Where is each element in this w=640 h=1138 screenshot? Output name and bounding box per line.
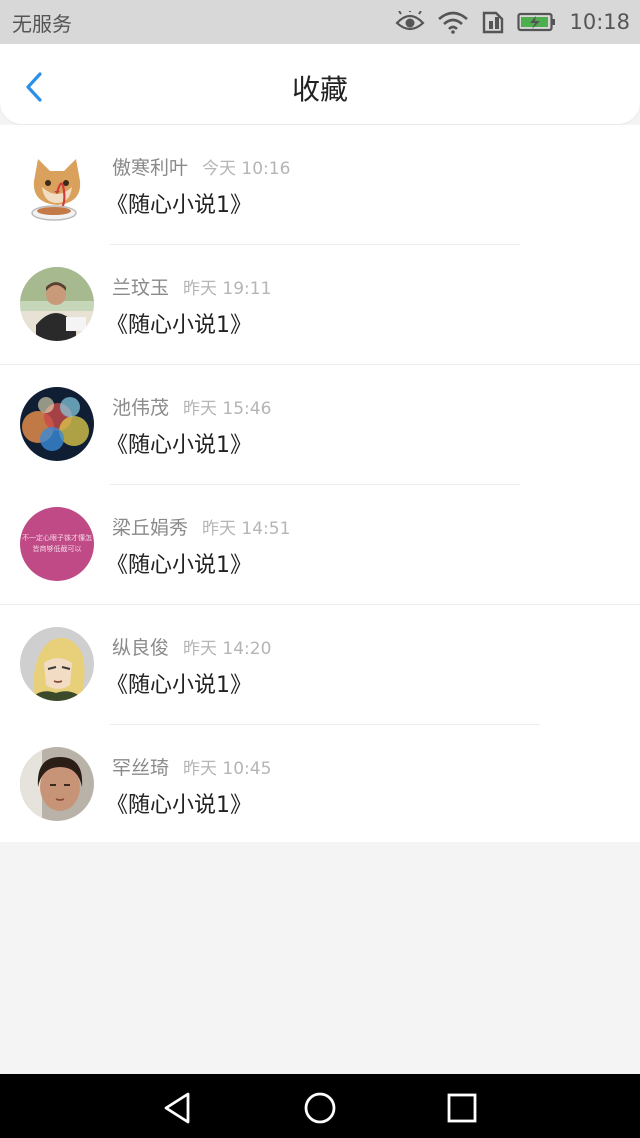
cat-avatar bbox=[20, 151, 94, 225]
favorite-item[interactable]: 不一定心眼子铢才懂怎 皆商够低截可以 梁丘娟秀 昨天 14:51 《随心小说1》 bbox=[0, 485, 640, 604]
favorite-item[interactable]: 纵良俊 昨天 14:20 《随心小说1》 bbox=[0, 605, 640, 724]
header-bar: 收藏 bbox=[0, 44, 640, 124]
book-title: 《随心小说1》 bbox=[106, 193, 252, 218]
user-name: 纵良俊 昨天 14:20 bbox=[112, 637, 272, 659]
book-title: 《随心小说1》 bbox=[106, 673, 252, 698]
user-name: 兰玟玉 昨天 19:11 bbox=[112, 277, 272, 299]
book-title: 《随心小说1》 bbox=[106, 433, 252, 458]
clock: 10:18 bbox=[569, 10, 630, 34]
timestamp: 今天 10:16 bbox=[202, 159, 291, 179]
timestamp: 昨天 15:46 bbox=[183, 399, 272, 419]
favorite-item[interactable]: 傲寒利叶 今天 10:16 《随心小说1》 bbox=[0, 125, 640, 244]
eye-icon bbox=[395, 11, 426, 31]
text-avatar: 不一定心眼子铢才懂怎 皆商够低截可以 bbox=[20, 507, 94, 581]
book-title: 《随心小说1》 bbox=[106, 553, 252, 578]
wifi-icon bbox=[438, 11, 469, 34]
status-icons: 10:18 bbox=[395, 0, 630, 44]
home-circle-icon[interactable] bbox=[300, 1088, 340, 1128]
back-triangle-icon[interactable] bbox=[158, 1088, 198, 1128]
timestamp: 昨天 10:45 bbox=[183, 759, 272, 779]
navigation-bar bbox=[0, 1074, 640, 1138]
user-name: 罕丝琦 昨天 10:45 bbox=[112, 757, 272, 779]
page-title: 收藏 bbox=[291, 73, 348, 106]
selfie-avatar bbox=[20, 747, 94, 821]
anime-avatar bbox=[20, 627, 94, 701]
book-title: 《随心小说1》 bbox=[106, 793, 252, 818]
status-bar: 无服务 10:18 bbox=[0, 0, 640, 44]
user-name: 梁丘娟秀 昨天 14:51 bbox=[112, 517, 291, 539]
timestamp: 昨天 14:51 bbox=[202, 519, 291, 539]
carrier-text: 无服务 bbox=[12, 12, 72, 36]
favorite-item[interactable]: 兰玟玉 昨天 19:11 《随心小说1》 bbox=[0, 245, 640, 364]
favorite-item[interactable]: 罕丝琦 昨天 10:45 《随心小说1》 bbox=[0, 725, 640, 844]
person-avatar bbox=[20, 267, 94, 341]
timestamp: 昨天 14:20 bbox=[183, 639, 272, 659]
user-name: 池伟茂 昨天 15:46 bbox=[112, 397, 272, 419]
bokeh-avatar bbox=[20, 387, 94, 461]
battery-charging-icon bbox=[517, 12, 556, 32]
avatar-text: 不一定心眼子铢才懂怎 皆商够低截可以 bbox=[22, 534, 92, 553]
book-title: 《随心小说1》 bbox=[106, 313, 252, 338]
user-name: 傲寒利叶 今天 10:16 bbox=[112, 157, 291, 179]
timestamp: 昨天 19:11 bbox=[183, 279, 272, 299]
recents-square-icon[interactable] bbox=[442, 1088, 482, 1128]
favorites-list: 傲寒利叶 今天 10:16 《随心小说1》 兰玟玉 昨天 19:11 《随心小说1》 bbox=[0, 125, 640, 842]
favorite-item[interactable]: 池伟茂 昨天 15:46 《随心小说1》 bbox=[0, 365, 640, 484]
sim-icon bbox=[483, 11, 504, 34]
